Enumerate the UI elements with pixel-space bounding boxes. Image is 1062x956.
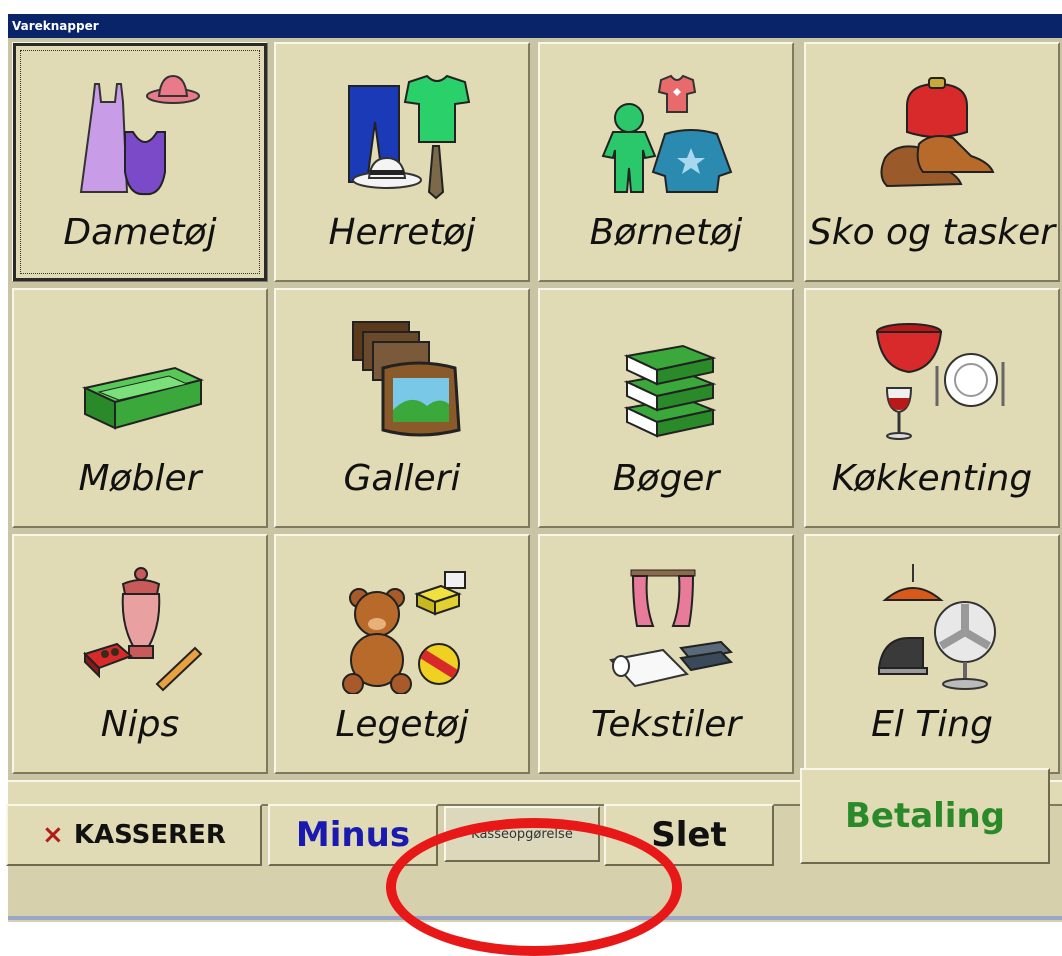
- slet-button[interactable]: Slet: [604, 804, 774, 866]
- category-tile-moebler[interactable]: Møbler: [12, 288, 268, 528]
- window-title: Vareknapper: [12, 19, 99, 33]
- category-tile-nips[interactable]: Nips: [12, 534, 268, 774]
- category-tile-legetoej[interactable]: Legetøj: [274, 534, 530, 774]
- shoes-bags-icon: [880, 77, 995, 188]
- tile-label: Dametøj: [63, 212, 217, 253]
- tile-label: El Ting: [871, 704, 993, 745]
- category-tile-herretoej[interactable]: Herretøj: [274, 42, 530, 282]
- women-clothing-icon: [79, 74, 200, 196]
- tile-label: Møbler: [78, 458, 202, 499]
- category-tile-el-ting[interactable]: El Ting: [804, 534, 1060, 774]
- slet-label: Slet: [651, 815, 727, 855]
- kasserer-label: KASSERER: [73, 820, 226, 850]
- kitchenware-icon: [875, 323, 1005, 440]
- tile-label: Tekstiler: [590, 704, 742, 745]
- minus-label: Minus: [295, 815, 411, 855]
- children-clothing-icon: [601, 74, 733, 193]
- knickknacks-icon: [83, 567, 203, 692]
- toys-icon: [342, 571, 466, 694]
- sofa-icon: [81, 366, 204, 430]
- tile-label: Galleri: [343, 458, 461, 499]
- close-x-icon: ×: [42, 820, 64, 850]
- picture-frames-icon: [352, 321, 461, 437]
- kasseopgorelse-label: Kasseopgørelse: [471, 826, 573, 842]
- category-tile-tekstiler[interactable]: Tekstiler: [538, 534, 794, 774]
- tile-label: Herretøj: [328, 212, 476, 253]
- kasseopgorelse-button[interactable]: Kasseopgørelse: [444, 806, 600, 862]
- textiles-icon: [609, 569, 734, 688]
- category-tile-galleri[interactable]: Galleri: [274, 288, 530, 528]
- category-tile-boernetoej[interactable]: Børnetøj: [538, 42, 794, 282]
- window-title-bar: Vareknapper: [8, 14, 1062, 38]
- electrical-icon: [877, 564, 996, 690]
- category-grid: Dametøj Herretøj Børnetøj Sko og tasker …: [8, 38, 1062, 780]
- betaling-button[interactable]: Betaling: [800, 768, 1050, 864]
- tile-label: Bøger: [612, 458, 720, 499]
- category-tile-koekkenting[interactable]: Køkkenting: [804, 288, 1060, 528]
- books-icon: [623, 344, 717, 438]
- category-tile-dametoej[interactable]: Dametøj: [12, 42, 268, 282]
- category-tile-boeger[interactable]: Bøger: [538, 288, 794, 528]
- kasserer-button[interactable]: × KASSERER: [6, 804, 262, 866]
- minus-button[interactable]: Minus: [268, 804, 438, 866]
- tile-label: Nips: [100, 704, 180, 745]
- tile-label: Legetøj: [335, 704, 469, 745]
- tile-label: Børnetøj: [589, 212, 743, 253]
- betaling-label: Betaling: [844, 796, 1006, 836]
- category-tile-sko-og-tasker[interactable]: Sko og tasker: [804, 42, 1060, 282]
- men-clothing-icon: [348, 74, 471, 200]
- tile-label: Køkkenting: [831, 458, 1033, 499]
- window-bottom-border: [8, 916, 1062, 920]
- tile-label: Sko og tasker: [808, 212, 1056, 253]
